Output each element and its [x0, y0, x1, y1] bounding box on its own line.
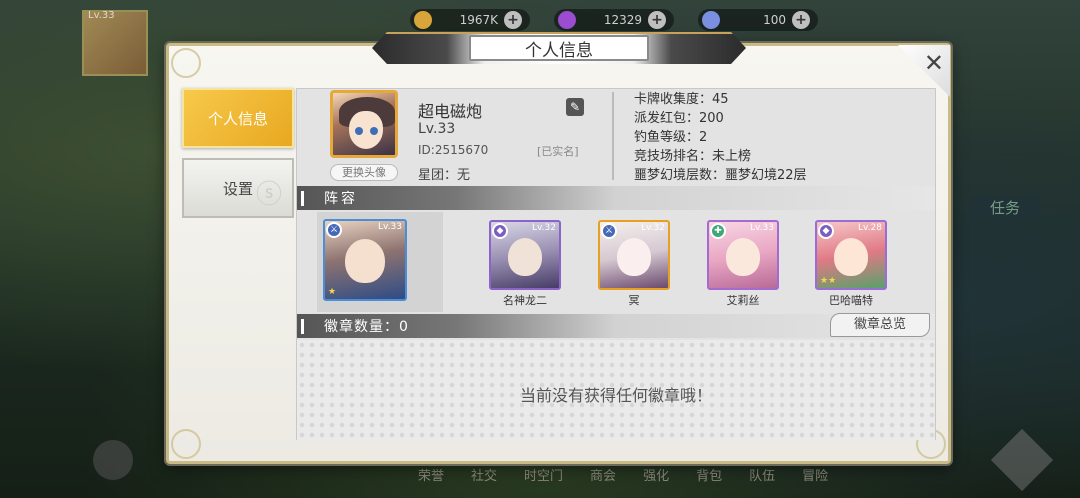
- member-card[interactable]: ✚ Lv.33: [707, 220, 779, 290]
- nav-social[interactable]: 社交: [471, 465, 497, 484]
- stat-red-packets: 派发红包：200: [634, 111, 724, 126]
- avatar-eye: [355, 127, 363, 135]
- role-icon: ✚: [710, 223, 726, 239]
- badge-overview-button[interactable]: 徽章总览: [830, 313, 930, 337]
- member-level: Lv.32: [641, 223, 665, 233]
- stamina-value: 100: [763, 13, 786, 27]
- nav-team[interactable]: 队伍: [749, 465, 775, 484]
- member-card[interactable]: ⚔ Lv.32: [598, 220, 670, 290]
- player-name: 超电磁炮: [418, 102, 483, 121]
- resource-bar: 1967K + 12329 + 100 +: [410, 8, 818, 32]
- nav-adventure[interactable]: 冒险: [802, 465, 828, 484]
- change-avatar-button[interactable]: 更换头像: [330, 164, 398, 181]
- header-accent: [301, 318, 304, 334]
- member-portrait: [726, 238, 760, 276]
- member-card[interactable]: ◆ Lv.28 ★★: [815, 220, 887, 290]
- member-level: Lv.28: [858, 223, 882, 233]
- member-card[interactable]: ◆ Lv.32: [489, 220, 561, 290]
- leader-portrait: [345, 239, 385, 283]
- member-level: Lv.33: [750, 223, 774, 233]
- resource-gold: 1967K +: [410, 9, 530, 31]
- role-icon: ⚔: [326, 222, 342, 238]
- role-icon: ⚔: [601, 223, 617, 239]
- gems-value: 12329: [603, 13, 642, 27]
- gold-coin-icon: [414, 11, 432, 29]
- stat-fishing-level: 钓鱼等级：2: [634, 130, 708, 145]
- gold-value: 1967K: [459, 13, 498, 27]
- player-guild: 星团：无: [418, 168, 471, 183]
- leader-level: Lv.33: [378, 222, 402, 232]
- badges-empty-message: 当前没有获得任何徽章哦！: [519, 386, 712, 405]
- edit-name-icon[interactable]: ✎: [566, 98, 584, 116]
- nav-portal[interactable]: 时空门: [524, 465, 563, 484]
- badges-count: 徽章数量：0: [324, 319, 409, 335]
- member-name: 艾莉丝: [726, 294, 760, 307]
- gem-icon: [558, 11, 576, 29]
- stamina-icon: [702, 11, 720, 29]
- bottom-navigation: 荣誉 社交 时空门 商会 强化 背包 队伍 冒险: [418, 465, 828, 484]
- member-name: 冥: [628, 294, 640, 307]
- add-gems-button[interactable]: +: [648, 11, 666, 29]
- member-portrait: [617, 238, 651, 276]
- info-divider: [612, 92, 614, 180]
- resource-gems: 12329 +: [554, 9, 674, 31]
- leader-stars: ★: [328, 287, 337, 297]
- player-level: Lv.33: [418, 121, 456, 137]
- member-name: 巴哈喵特: [829, 294, 873, 307]
- verified-status: [已实名]: [537, 145, 579, 158]
- player-id: ID:2515670: [418, 143, 489, 157]
- role-icon: ◆: [818, 223, 834, 239]
- corner-ornament: [171, 429, 201, 459]
- nav-bag[interactable]: 背包: [696, 465, 722, 484]
- member-name: 名神龙二: [503, 294, 547, 307]
- corner-ornament: [171, 48, 201, 78]
- tab-settings[interactable]: 设置: [182, 158, 294, 218]
- close-icon: ✕: [923, 49, 944, 77]
- stat-card-collection: 卡牌收集度：45: [634, 92, 729, 107]
- chat-button[interactable]: [93, 440, 133, 480]
- lineup-title: 阵容: [324, 191, 358, 207]
- resource-stamina: 100 +: [698, 9, 818, 31]
- member-level: Lv.32: [532, 223, 556, 233]
- lineup-header: 阵容: [297, 186, 935, 210]
- stat-arena-rank: 竞技场排名：未上榜: [634, 149, 752, 164]
- tab-profile[interactable]: 个人信息: [182, 88, 294, 148]
- member-portrait: [508, 238, 542, 276]
- add-gold-button[interactable]: +: [504, 11, 522, 29]
- header-accent: [301, 190, 304, 206]
- player-level-background: Lv.33: [88, 10, 115, 21]
- player-stats: 卡牌收集度：45 派发红包：200 钓鱼等级：2 竞技场排名：未上榜 噩梦幻境层…: [634, 90, 807, 185]
- avatar-eye: [370, 127, 378, 135]
- avatar[interactable]: [330, 90, 398, 158]
- leader-card[interactable]: ⚔ Lv.33 ★: [323, 219, 407, 301]
- dialog-title-bar: 个人信息: [372, 32, 746, 64]
- member-portrait: [834, 238, 868, 276]
- member-stars: ★★: [820, 276, 837, 286]
- nav-enhance[interactable]: 强化: [643, 465, 669, 484]
- stat-nightmare-floor: 噩梦幻境层数：噩梦幻境22层: [634, 168, 807, 183]
- role-icon: ◆: [492, 223, 508, 239]
- nav-honor[interactable]: 荣誉: [418, 465, 444, 484]
- dialog-title: 个人信息: [469, 35, 649, 61]
- mission-button[interactable]: 任务: [970, 195, 1040, 221]
- add-stamina-button[interactable]: +: [792, 11, 810, 29]
- nav-guild[interactable]: 商会: [590, 465, 616, 484]
